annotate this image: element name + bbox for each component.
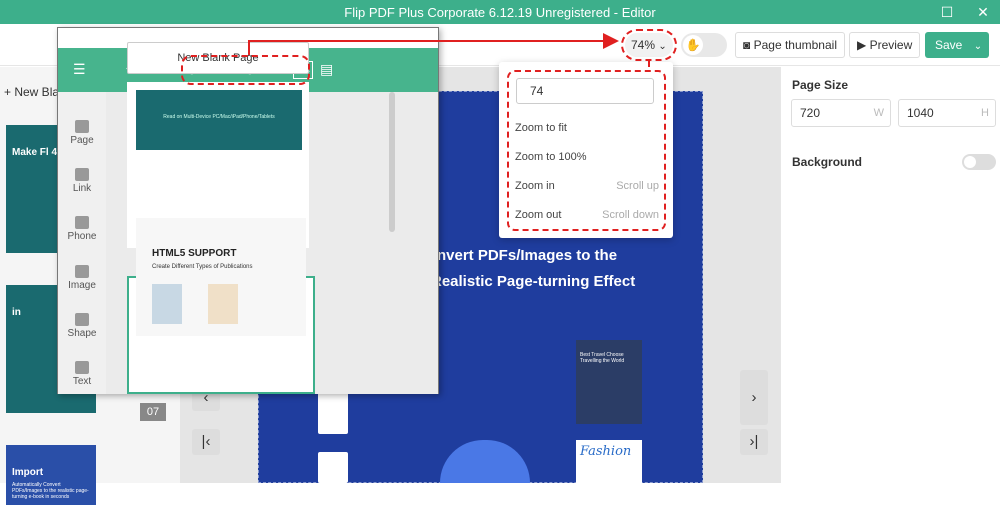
thumbnail-text: Automatically Convert PDFs/Images to the… — [12, 482, 89, 500]
arrow-to-zoom-pill — [248, 33, 619, 55]
annotation-arrows — [248, 33, 650, 67]
